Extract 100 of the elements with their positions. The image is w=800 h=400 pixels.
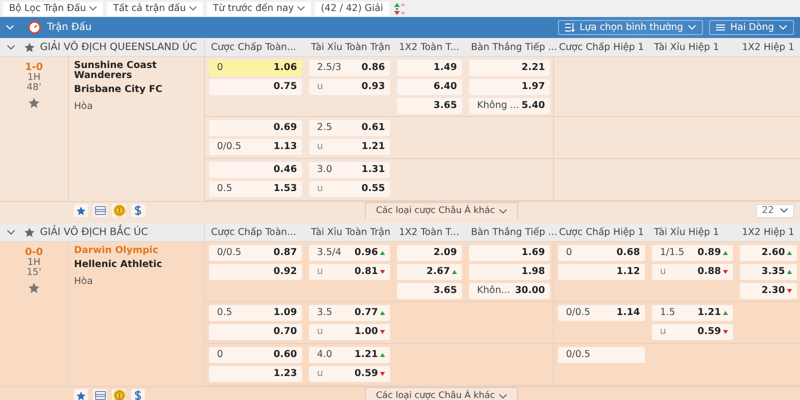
odds-cell[interactable]: 2.30	[740, 282, 797, 298]
odds-cell[interactable]: 1.97	[469, 78, 550, 94]
column-header: Cược Chấp Toàn...	[210, 226, 298, 238]
favorite-button[interactable]	[74, 204, 88, 217]
odds-cell[interactable]: 3.65	[397, 282, 462, 298]
odds-cell[interactable]: u 1.00	[309, 324, 390, 340]
view-option-dropdown[interactable]: Hai Dòng	[709, 20, 794, 35]
star-icon[interactable]	[28, 282, 40, 294]
star-icon[interactable]	[28, 97, 40, 109]
odds-cell[interactable]: 2.5 0.61	[309, 120, 390, 136]
match-period: 1H	[27, 73, 41, 83]
odds-cell[interactable]: 3.65	[397, 98, 462, 114]
odds-cell[interactable]: u 0.59	[309, 366, 390, 382]
star-icon[interactable]	[24, 42, 35, 52]
odds-cell[interactable]: 1.49	[397, 60, 462, 76]
chevron-down-icon	[188, 6, 197, 11]
chevron-down-icon	[89, 6, 98, 11]
match-minute: 15'	[26, 268, 42, 278]
league-count: (42 / 42) Giải	[314, 2, 390, 16]
odds-cell[interactable]: Khôn... 30.00	[469, 282, 550, 298]
odds-cell[interactable]: 2.5/3 0.86	[309, 60, 390, 76]
odds-cell[interactable]: u 1.21	[309, 138, 390, 154]
filter-dropdown[interactable]: Từ trước đến nay	[206, 2, 311, 16]
odds-cell[interactable]: 2.67	[397, 264, 462, 280]
odds-cell[interactable]: 2.60	[740, 244, 797, 260]
odds-cell[interactable]: 0/0.5 1.14	[558, 304, 645, 320]
odds-cell[interactable]: 0.46	[209, 162, 302, 178]
odds-cell[interactable]: 6.40	[397, 78, 462, 94]
star-icon[interactable]	[24, 226, 35, 238]
odds-cell[interactable]: 1.98	[469, 264, 550, 280]
odds-cell[interactable]: 0 0.68	[558, 244, 645, 260]
chevron-down-icon	[688, 25, 696, 30]
list-icon	[716, 24, 726, 31]
sort-arrows-icon[interactable]	[393, 2, 408, 16]
odds-cell[interactable]: u 0.93	[309, 78, 390, 94]
dollar-button[interactable]	[131, 389, 145, 400]
odds-cell[interactable]: 1.12	[558, 264, 645, 280]
chevron-down-icon	[498, 394, 507, 398]
column-header: 1X2 Toàn T...	[398, 226, 460, 238]
match-score: 0-0	[24, 247, 44, 258]
odds-cell[interactable]: 0.70	[209, 324, 302, 340]
odds-cell[interactable]: 4.0 1.21	[309, 346, 390, 362]
star-icon	[76, 390, 86, 400]
clock-icon	[28, 21, 41, 34]
odds-cell[interactable]: 0.75	[209, 78, 302, 94]
coin-button[interactable]	[112, 389, 126, 400]
odds-cell[interactable]: 0.69	[209, 120, 302, 136]
odds-cell[interactable]: u 0.55	[309, 180, 390, 196]
column-header: Tài Xỉu Toàn Trận	[310, 226, 392, 238]
odds-cell[interactable]: 2.09	[397, 244, 462, 260]
coin-button[interactable]	[112, 204, 126, 217]
card-button[interactable]	[93, 389, 107, 400]
column-header: 1X2 Hiệp 1	[741, 42, 796, 52]
dollar-icon	[134, 390, 142, 400]
page-size-dropdown[interactable]: 22	[756, 204, 794, 218]
odds-cell[interactable]: 0.92	[209, 264, 302, 280]
filter-dropdown[interactable]: Bộ Lọc Trận Đấu	[3, 2, 104, 16]
odds-cell[interactable]: u 0.88	[652, 264, 733, 280]
odds-cell[interactable]: 0/0.5	[558, 346, 645, 362]
chevron-down-icon	[7, 44, 15, 50]
odds-cell[interactable]: 1.69	[469, 244, 550, 260]
odds-cell[interactable]: 3.5/4 0.96	[309, 244, 390, 260]
card-button[interactable]	[93, 204, 107, 217]
odds-cell[interactable]: 3.5 0.77	[309, 304, 390, 320]
chevron-down-icon	[7, 230, 15, 234]
odds-cell[interactable]: 3.35	[740, 264, 797, 280]
section-title: Trận Đấu	[47, 22, 92, 33]
chevron-down-icon	[6, 25, 14, 30]
chevron-down-icon	[296, 6, 305, 11]
odds-cell[interactable]: 1.5 1.21	[652, 304, 733, 320]
draw-label: Hòa	[74, 101, 94, 112]
odds-cell[interactable]: 0.5 1.09	[209, 304, 302, 320]
dollar-button[interactable]	[131, 204, 145, 217]
odds-cell[interactable]: 1.23	[209, 366, 302, 382]
odds-cell[interactable]: 0 1.06	[209, 60, 302, 76]
favorite-button[interactable]	[74, 389, 88, 400]
odds-cell[interactable]: 1/1.5 0.89	[652, 244, 733, 260]
column-header: Tài Xỉu Toàn Trận	[310, 42, 392, 52]
odds-cell[interactable]: u 0.59	[652, 324, 733, 340]
odds-cell[interactable]: 2.21	[469, 60, 550, 76]
odds-cell[interactable]: 0/0.5 1.13	[209, 138, 302, 154]
more-bets-tab[interactable]: Các loại cược Châu Á khác	[365, 387, 518, 400]
view-option-dropdown[interactable]: Lựa chọn bình thường	[558, 20, 704, 35]
odds-cell[interactable]: 0.5 1.53	[209, 180, 302, 196]
draw-label: Hòa	[74, 276, 94, 287]
filter-dropdown[interactable]: Tất cả trận đấu	[107, 2, 203, 16]
card-icon	[94, 391, 106, 400]
odds-cell[interactable]: 0 0.60	[209, 346, 302, 362]
chevron-down-icon	[779, 25, 787, 30]
odds-cell[interactable]: 3.0 1.31	[309, 162, 390, 178]
coin-icon	[112, 204, 126, 217]
chevron-down-icon	[780, 208, 788, 213]
odds-cell[interactable]: u 0.81	[309, 264, 390, 280]
more-bets-tab[interactable]: Các loại cược Châu Á khác	[365, 202, 518, 219]
column-header: 1X2 Hiệp 1	[741, 226, 796, 238]
star-icon	[76, 206, 86, 216]
odds-cell[interactable]: Không ... 5.40	[469, 98, 550, 114]
sort-lines-icon	[564, 23, 575, 32]
column-header: 1X2 Toàn T...	[398, 42, 460, 52]
odds-cell[interactable]: 0/0.5 0.87	[209, 244, 302, 260]
